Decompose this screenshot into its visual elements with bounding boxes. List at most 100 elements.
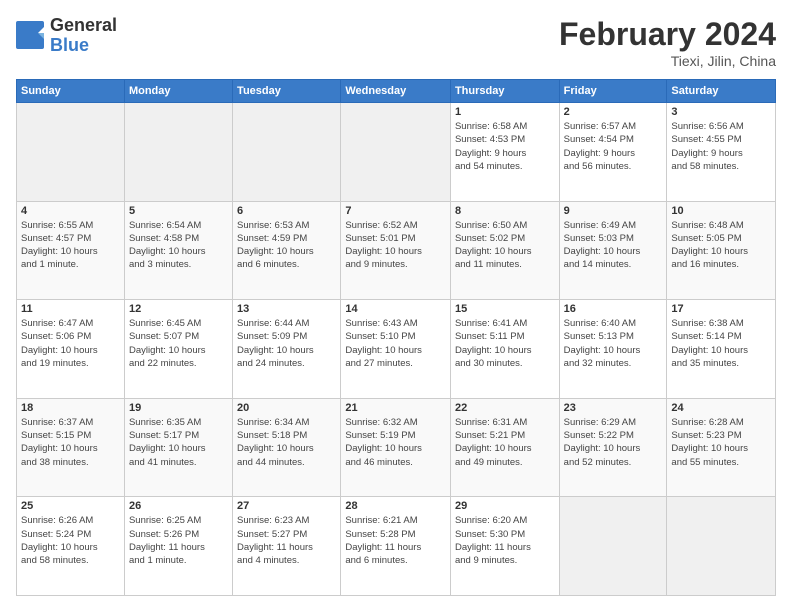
- calendar-week-1: 4 Sunrise: 6:55 AM Sunset: 4:57 PM Daylig…: [17, 201, 776, 300]
- col-tuesday: Tuesday: [233, 80, 341, 103]
- day-number: 29: [455, 500, 555, 512]
- day-info: Sunrise: 6:20 AM Sunset: 5:30 PM Dayligh…: [455, 514, 555, 567]
- page-title: February 2024: [559, 16, 776, 53]
- col-friday: Friday: [559, 80, 667, 103]
- day-number: 6: [237, 205, 336, 217]
- calendar-cell: 6 Sunrise: 6:53 AM Sunset: 4:59 PM Daylig…: [233, 201, 341, 300]
- col-saturday: Saturday: [667, 80, 776, 103]
- calendar-cell: 27 Sunrise: 6:23 AM Sunset: 5:27 PM Dayli…: [233, 497, 341, 596]
- col-wednesday: Wednesday: [341, 80, 451, 103]
- day-info: Sunrise: 6:52 AM Sunset: 5:01 PM Dayligh…: [345, 219, 446, 272]
- day-number: 27: [237, 500, 336, 512]
- day-number: 21: [345, 402, 446, 414]
- calendar-week-0: 1 Sunrise: 6:58 AM Sunset: 4:53 PM Daylig…: [17, 103, 776, 202]
- calendar-cell: 7 Sunrise: 6:52 AM Sunset: 5:01 PM Daylig…: [341, 201, 451, 300]
- day-number: 15: [455, 303, 555, 315]
- day-info: Sunrise: 6:55 AM Sunset: 4:57 PM Dayligh…: [21, 219, 120, 272]
- calendar-cell: [124, 103, 232, 202]
- day-info: Sunrise: 6:48 AM Sunset: 5:05 PM Dayligh…: [671, 219, 771, 272]
- day-info: Sunrise: 6:45 AM Sunset: 5:07 PM Dayligh…: [129, 317, 228, 370]
- logo-text: GeneralBlue: [50, 16, 117, 56]
- col-monday: Monday: [124, 80, 232, 103]
- day-info: Sunrise: 6:29 AM Sunset: 5:22 PM Dayligh…: [564, 416, 663, 469]
- calendar-cell: 5 Sunrise: 6:54 AM Sunset: 4:58 PM Daylig…: [124, 201, 232, 300]
- calendar-cell: [233, 103, 341, 202]
- calendar-cell: 23 Sunrise: 6:29 AM Sunset: 5:22 PM Dayli…: [559, 398, 667, 497]
- day-info: Sunrise: 6:34 AM Sunset: 5:18 PM Dayligh…: [237, 416, 336, 469]
- calendar-cell: 8 Sunrise: 6:50 AM Sunset: 5:02 PM Daylig…: [450, 201, 559, 300]
- day-number: 10: [671, 205, 771, 217]
- calendar-cell: 17 Sunrise: 6:38 AM Sunset: 5:14 PM Dayli…: [667, 300, 776, 399]
- day-number: 19: [129, 402, 228, 414]
- day-number: 8: [455, 205, 555, 217]
- day-number: 4: [21, 205, 120, 217]
- day-number: 24: [671, 402, 771, 414]
- day-info: Sunrise: 6:49 AM Sunset: 5:03 PM Dayligh…: [564, 219, 663, 272]
- day-number: 14: [345, 303, 446, 315]
- calendar-cell: 19 Sunrise: 6:35 AM Sunset: 5:17 PM Dayli…: [124, 398, 232, 497]
- day-info: Sunrise: 6:38 AM Sunset: 5:14 PM Dayligh…: [671, 317, 771, 370]
- col-thursday: Thursday: [450, 80, 559, 103]
- day-info: Sunrise: 6:21 AM Sunset: 5:28 PM Dayligh…: [345, 514, 446, 567]
- day-info: Sunrise: 6:31 AM Sunset: 5:21 PM Dayligh…: [455, 416, 555, 469]
- calendar-cell: 16Sunrise: 6:40 AM Sunset: 5:13 PM Dayli…: [559, 300, 667, 399]
- calendar-cell: 22Sunrise: 6:31 AM Sunset: 5:21 PM Dayli…: [450, 398, 559, 497]
- day-number: 18: [21, 402, 120, 414]
- day-number: 28: [345, 500, 446, 512]
- calendar-cell: 24 Sunrise: 6:28 AM Sunset: 5:23 PM Dayli…: [667, 398, 776, 497]
- day-info: Sunrise: 6:26 AM Sunset: 5:24 PM Dayligh…: [21, 514, 120, 567]
- calendar-cell: 26Sunrise: 6:25 AM Sunset: 5:26 PM Dayli…: [124, 497, 232, 596]
- day-info: Sunrise: 6:28 AM Sunset: 5:23 PM Dayligh…: [671, 416, 771, 469]
- calendar-table: Sunday Monday Tuesday Wednesday Thursday…: [16, 79, 776, 596]
- calendar-cell: 12Sunrise: 6:45 AM Sunset: 5:07 PM Dayli…: [124, 300, 232, 399]
- page-subtitle: Tiexi, Jilin, China: [559, 53, 776, 69]
- day-info: Sunrise: 6:37 AM Sunset: 5:15 PM Dayligh…: [21, 416, 120, 469]
- logo: GeneralBlue: [16, 16, 117, 56]
- day-info: Sunrise: 6:58 AM Sunset: 4:53 PM Dayligh…: [455, 120, 555, 173]
- calendar-cell: 21 Sunrise: 6:32 AM Sunset: 5:19 PM Dayli…: [341, 398, 451, 497]
- day-info: Sunrise: 6:54 AM Sunset: 4:58 PM Dayligh…: [129, 219, 228, 272]
- day-info: Sunrise: 6:35 AM Sunset: 5:17 PM Dayligh…: [129, 416, 228, 469]
- day-info: Sunrise: 6:43 AM Sunset: 5:10 PM Dayligh…: [345, 317, 446, 370]
- calendar-cell: 15 Sunrise: 6:41 AM Sunset: 5:11 PM Dayli…: [450, 300, 559, 399]
- day-number: 2: [564, 106, 663, 118]
- day-info: Sunrise: 6:57 AM Sunset: 4:54 PM Dayligh…: [564, 120, 663, 173]
- day-number: 23: [564, 402, 663, 414]
- day-info: Sunrise: 6:47 AM Sunset: 5:06 PM Dayligh…: [21, 317, 120, 370]
- calendar-cell: 14 Sunrise: 6:43 AM Sunset: 5:10 PM Dayli…: [341, 300, 451, 399]
- day-number: 20: [237, 402, 336, 414]
- calendar-week-2: 11 Sunrise: 6:47 AM Sunset: 5:06 PM Dayli…: [17, 300, 776, 399]
- day-number: 26: [129, 500, 228, 512]
- day-number: 5: [129, 205, 228, 217]
- col-sunday: Sunday: [17, 80, 125, 103]
- day-info: Sunrise: 6:32 AM Sunset: 5:19 PM Dayligh…: [345, 416, 446, 469]
- calendar-cell: 20 Sunrise: 6:34 AM Sunset: 5:18 PM Dayli…: [233, 398, 341, 497]
- day-number: 13: [237, 303, 336, 315]
- day-number: 11: [21, 303, 120, 315]
- day-number: 7: [345, 205, 446, 217]
- day-number: 1: [455, 106, 555, 118]
- day-number: 16: [564, 303, 663, 315]
- calendar-week-4: 25Sunrise: 6:26 AM Sunset: 5:24 PM Dayli…: [17, 497, 776, 596]
- day-info: Sunrise: 6:23 AM Sunset: 5:27 PM Dayligh…: [237, 514, 336, 567]
- calendar-cell: 18 Sunrise: 6:37 AM Sunset: 5:15 PM Dayli…: [17, 398, 125, 497]
- calendar-cell: [559, 497, 667, 596]
- calendar-cell: 2 Sunrise: 6:57 AM Sunset: 4:54 PM Daylig…: [559, 103, 667, 202]
- calendar-cell: 11 Sunrise: 6:47 AM Sunset: 5:06 PM Dayli…: [17, 300, 125, 399]
- calendar-cell: 3 Sunrise: 6:56 AM Sunset: 4:55 PM Daylig…: [667, 103, 776, 202]
- day-info: Sunrise: 6:50 AM Sunset: 5:02 PM Dayligh…: [455, 219, 555, 272]
- calendar-cell: 4 Sunrise: 6:55 AM Sunset: 4:57 PM Daylig…: [17, 201, 125, 300]
- logo-icon: [16, 21, 46, 51]
- calendar-week-3: 18 Sunrise: 6:37 AM Sunset: 5:15 PM Dayli…: [17, 398, 776, 497]
- day-info: Sunrise: 6:53 AM Sunset: 4:59 PM Dayligh…: [237, 219, 336, 272]
- calendar-cell: 28 Sunrise: 6:21 AM Sunset: 5:28 PM Dayli…: [341, 497, 451, 596]
- calendar-header-row: Sunday Monday Tuesday Wednesday Thursday…: [17, 80, 776, 103]
- day-number: 3: [671, 106, 771, 118]
- day-number: 17: [671, 303, 771, 315]
- day-info: Sunrise: 6:56 AM Sunset: 4:55 PM Dayligh…: [671, 120, 771, 173]
- calendar-cell: 9Sunrise: 6:49 AM Sunset: 5:03 PM Daylig…: [559, 201, 667, 300]
- calendar-cell: [667, 497, 776, 596]
- calendar-cell: 10 Sunrise: 6:48 AM Sunset: 5:05 PM Dayli…: [667, 201, 776, 300]
- page-header: GeneralBlue February 2024 Tiexi, Jilin, …: [16, 16, 776, 69]
- day-info: Sunrise: 6:41 AM Sunset: 5:11 PM Dayligh…: [455, 317, 555, 370]
